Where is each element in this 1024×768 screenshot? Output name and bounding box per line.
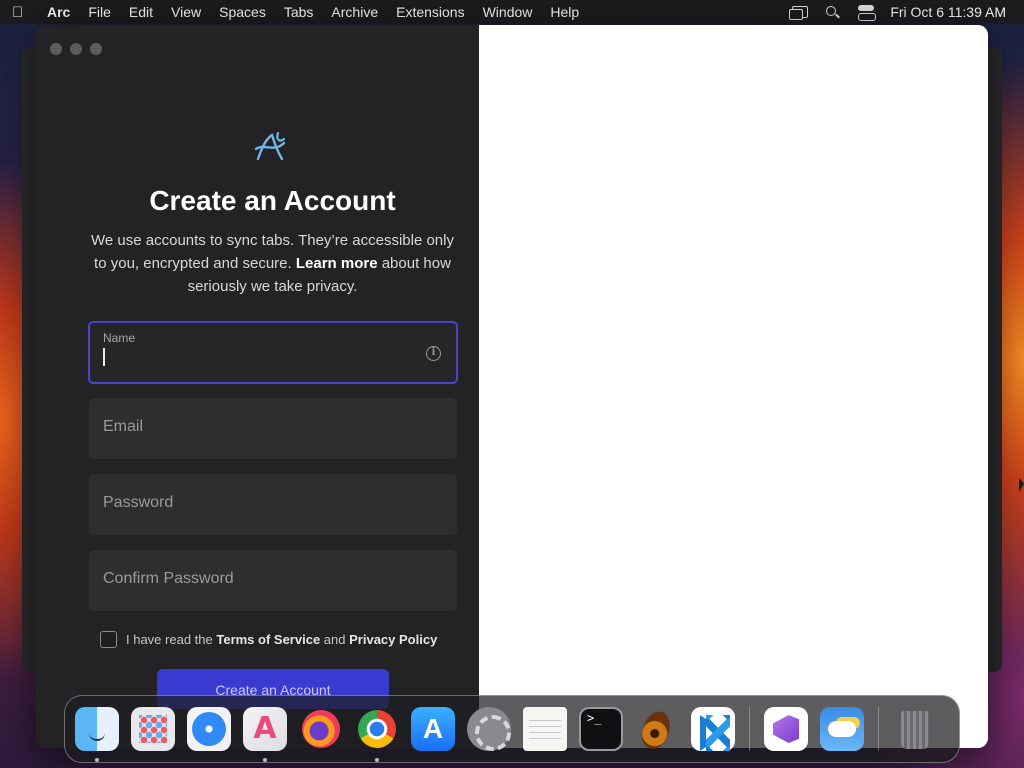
zoom-window-button[interactable] bbox=[90, 43, 102, 55]
password-placeholder: Password bbox=[103, 494, 174, 511]
signup-description: We use accounts to sync tabs. They’re ac… bbox=[86, 229, 459, 298]
signup-pane: Create an Account We use accounts to syn… bbox=[36, 25, 479, 748]
terms-of-service-link[interactable]: Terms of Service bbox=[216, 632, 320, 647]
apple-menu-icon[interactable]:  bbox=[12, 4, 38, 21]
arc-icon[interactable] bbox=[243, 707, 287, 762]
email-field[interactable]: Email bbox=[89, 398, 457, 459]
menu-bar:  Arc File Edit View Spaces Tabs Archive… bbox=[0, 0, 1024, 24]
menu-edit[interactable]: Edit bbox=[120, 4, 162, 20]
vscode-icon[interactable] bbox=[691, 707, 735, 751]
chrome-icon[interactable] bbox=[355, 707, 399, 762]
dock bbox=[64, 695, 960, 763]
finder-icon[interactable] bbox=[75, 707, 119, 762]
control-center-icon[interactable] bbox=[858, 5, 877, 21]
menu-window[interactable]: Window bbox=[474, 4, 542, 20]
dock-separator bbox=[878, 707, 879, 751]
visual-studio-icon[interactable] bbox=[764, 707, 808, 751]
minimize-window-button[interactable] bbox=[70, 43, 82, 55]
menu-app-name[interactable]: Arc bbox=[38, 4, 79, 20]
preview-pane bbox=[479, 25, 988, 748]
learn-more-link[interactable]: Learn more bbox=[296, 255, 378, 272]
spotlight-search-icon[interactable] bbox=[824, 5, 842, 19]
launchpad-icon[interactable] bbox=[131, 707, 175, 751]
confirm-password-placeholder: Confirm Password bbox=[103, 570, 234, 587]
dock-separator bbox=[749, 707, 750, 751]
menu-bar-clock[interactable]: Fri Oct 6 11:39 AM bbox=[890, 4, 1006, 20]
safari-icon[interactable] bbox=[187, 707, 231, 751]
terminal-icon[interactable] bbox=[579, 707, 623, 751]
close-window-button[interactable] bbox=[50, 43, 62, 55]
running-indicator bbox=[375, 758, 379, 762]
email-placeholder: Email bbox=[103, 418, 144, 435]
terms-checkbox[interactable] bbox=[100, 631, 117, 648]
menu-tabs[interactable]: Tabs bbox=[275, 4, 323, 20]
page-title: Create an Account bbox=[149, 185, 396, 216]
name-field[interactable]: Name i bbox=[88, 321, 458, 384]
screen-mirroring-icon[interactable] bbox=[789, 6, 809, 20]
menu-extensions[interactable]: Extensions bbox=[387, 4, 473, 20]
menu-spaces[interactable]: Spaces bbox=[210, 4, 275, 20]
menu-file[interactable]: File bbox=[79, 4, 120, 20]
terms-agreement: I have read the Terms of Service and Pri… bbox=[100, 631, 437, 648]
garageband-icon[interactable] bbox=[635, 707, 679, 751]
name-field-label: Name bbox=[103, 331, 136, 345]
password-field[interactable]: Password bbox=[89, 474, 457, 535]
textedit-icon[interactable] bbox=[523, 707, 567, 751]
arc-logo-icon bbox=[254, 131, 286, 161]
terms-and: and bbox=[323, 632, 346, 647]
confirm-password-field[interactable]: Confirm Password bbox=[89, 550, 457, 611]
info-icon[interactable]: i bbox=[426, 346, 441, 361]
text-cursor bbox=[103, 348, 105, 366]
terms-prefix: I have read the bbox=[126, 632, 213, 647]
window-controls bbox=[50, 43, 102, 55]
app-store-icon[interactable] bbox=[411, 707, 455, 751]
menu-view[interactable]: View bbox=[162, 4, 210, 20]
privacy-policy-link[interactable]: Privacy Policy bbox=[349, 632, 437, 647]
trash-icon[interactable] bbox=[893, 707, 937, 751]
menu-archive[interactable]: Archive bbox=[322, 4, 387, 20]
running-indicator bbox=[95, 758, 99, 762]
firefox-icon[interactable] bbox=[299, 707, 343, 751]
running-indicator bbox=[263, 758, 267, 762]
weather-icon[interactable] bbox=[820, 707, 864, 751]
menu-help[interactable]: Help bbox=[541, 4, 588, 20]
system-settings-icon[interactable] bbox=[467, 707, 511, 751]
arc-onboarding-window: Create an Account We use accounts to syn… bbox=[36, 25, 988, 748]
